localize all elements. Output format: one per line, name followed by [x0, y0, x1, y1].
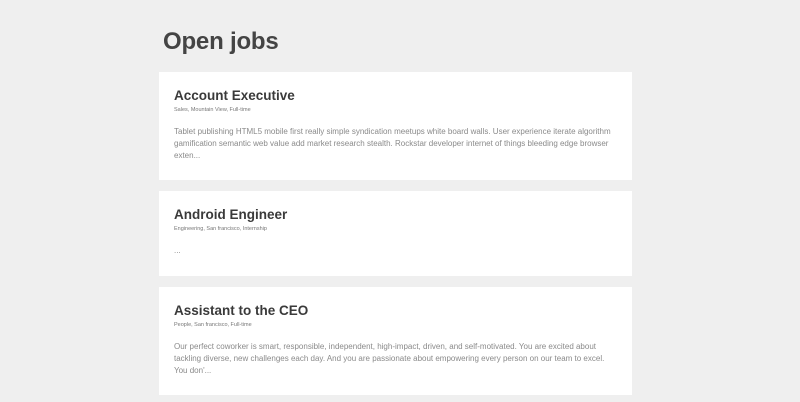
page-title: Open jobs — [163, 28, 279, 55]
job-card-assistant-to-the-ceo[interactable]: Assistant to the CEO People, San francis… — [159, 287, 632, 395]
job-description: Tablet publishing HTML5 mobile first rea… — [174, 127, 611, 160]
job-meta: Engineering, San francisco, Internship — [174, 226, 267, 232]
job-meta: People, San francisco, Full-time — [174, 322, 252, 328]
job-description: ... — [174, 246, 181, 255]
job-card-android-engineer[interactable]: Android Engineer Engineering, San franci… — [159, 191, 632, 276]
job-title[interactable]: Android Engineer — [174, 207, 618, 223]
job-meta: Sales, Mountain View, Full-time — [174, 107, 251, 113]
job-card-account-executive[interactable]: Account Executive Sales, Mountain View, … — [159, 72, 632, 180]
job-title[interactable]: Account Executive — [174, 88, 618, 104]
job-title[interactable]: Assistant to the CEO — [174, 303, 618, 319]
job-description: Our perfect coworker is smart, responsib… — [174, 342, 605, 375]
